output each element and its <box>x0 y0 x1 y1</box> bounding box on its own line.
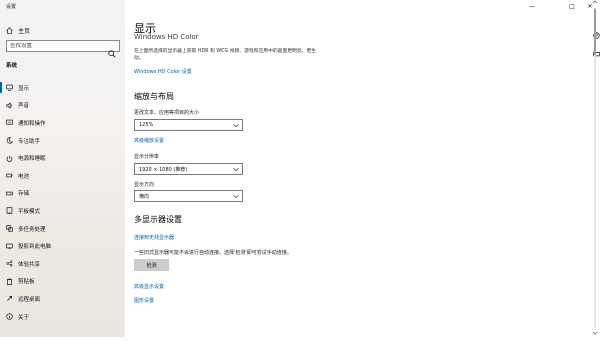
sidebar-item-label: 电池 <box>18 173 30 180</box>
detect-button[interactable]: 检测 <box>134 259 169 271</box>
sidebar-item-label: 电源和睡眠 <box>18 156 46 163</box>
notification-icon <box>6 119 13 126</box>
sidebar-item-label: 显示 <box>18 85 30 92</box>
remote-icon <box>6 295 13 302</box>
sidebar-item-label: 存储 <box>18 191 30 198</box>
sidebar-item-label: 体验共享 <box>18 261 41 268</box>
search-input[interactable] <box>10 43 106 49</box>
speaker-icon <box>6 102 13 109</box>
multitask-icon <box>6 225 13 232</box>
chevron-down-icon <box>233 124 239 128</box>
sidebar-item-storage[interactable]: 存储 <box>0 185 125 203</box>
sidebar-home[interactable]: 主页 <box>6 24 30 36</box>
orientation-value: 横向 <box>139 193 150 200</box>
main-content: 显示 Windows HD Color 在上面所选择的显示器上获取 HDR 和 … <box>134 0 574 337</box>
search-box[interactable] <box>6 40 120 58</box>
sidebar-home-label: 主页 <box>18 27 31 35</box>
sidebar-item-sound[interactable]: 声音 <box>0 97 125 115</box>
section-label-system: 系统 <box>6 63 18 69</box>
chevron-down-icon <box>233 195 239 199</box>
hd-color-description: 在上面所选择的显示器上获取 HDR 和 WCG 视频、游戏和应用中的画面更明亮、… <box>134 49 317 61</box>
text-size-dropdown[interactable]: 125% <box>134 119 243 131</box>
sidebar-item-label: 关于 <box>18 314 30 321</box>
sidebar-item-project[interactable]: 投影到此电脑 <box>0 237 125 255</box>
resolution-dropdown[interactable]: 1920 × 1080 (推荐) <box>134 163 243 175</box>
sidebar-item-remote-desktop[interactable]: 远程桌面 <box>0 290 125 308</box>
text-size-value: 125% <box>139 122 154 128</box>
sidebar-item-display[interactable]: 显示 <box>0 79 125 97</box>
scrollbar[interactable] <box>592 0 598 337</box>
text-size-label: 更改文本、应用等项目的大小 <box>134 110 200 116</box>
sidebar-item-label: 声音 <box>18 103 30 110</box>
monitor-icon <box>6 84 13 91</box>
search-icon[interactable] <box>108 43 116 58</box>
share-icon <box>6 260 13 267</box>
sidebar: 设置 主页 系统 显示 声音 通知和操作 专注助手 <box>0 0 125 337</box>
sidebar-item-battery[interactable]: 电池 <box>0 167 125 185</box>
tablet-icon <box>6 207 13 215</box>
multi-display-heading: 多显示器设置 <box>134 215 182 224</box>
sidebar-item-label: 投影到此电脑 <box>18 244 52 251</box>
connect-wireless-display-link[interactable]: 连接到无线显示器 <box>134 234 174 241</box>
clipboard-icon <box>6 278 13 285</box>
orientation-dropdown[interactable]: 横向 <box>134 190 243 202</box>
sidebar-item-clipboard[interactable]: 剪贴板 <box>0 273 125 291</box>
sidebar-item-shared-experiences[interactable]: 体验共享 <box>0 255 125 273</box>
sidebar-item-tablet[interactable]: 平板模式 <box>0 202 125 220</box>
graphics-settings-link[interactable]: 图形设置 <box>134 297 154 304</box>
hd-color-settings-link[interactable]: Windows HD Color 设置 <box>134 68 192 75</box>
sidebar-item-label: 专注助手 <box>18 138 41 145</box>
power-icon <box>6 155 13 162</box>
hd-color-heading: Windows HD Color <box>134 33 199 41</box>
scrollbar-track[interactable] <box>592 0 598 337</box>
resolution-label: 显示分辨率 <box>134 154 160 160</box>
sidebar-item-multitasking[interactable]: 多任务处理 <box>0 220 125 238</box>
sidebar-item-label: 远程桌面 <box>18 296 41 303</box>
resolution-value: 1920 × 1080 (推荐) <box>139 166 188 173</box>
sidebar-item-focus[interactable]: 专注助手 <box>0 132 125 150</box>
sidebar-nav: 显示 声音 通知和操作 专注助手 电源和睡眠 电池 存储 平板模式 多任务处理 … <box>0 79 125 325</box>
detect-description: 一些旧式显示器可能不会进行自动连接。选择'检测'即可尝试手动连接。 <box>134 250 292 256</box>
advanced-display-settings-link[interactable]: 高级显示设置 <box>134 283 164 290</box>
home-icon <box>6 26 13 34</box>
battery-icon <box>6 172 13 179</box>
sidebar-item-about[interactable]: 关于 <box>0 308 125 326</box>
sidebar-item-label: 剪贴板 <box>18 279 35 286</box>
sidebar-item-label: 平板模式 <box>18 208 41 215</box>
moon-icon <box>6 137 13 144</box>
sidebar-item-label: 通知和操作 <box>18 120 46 127</box>
info-icon <box>6 313 13 320</box>
sidebar-item-notifications[interactable]: 通知和操作 <box>0 114 125 132</box>
window-title: 设置 <box>6 4 17 10</box>
orientation-label: 显示方向 <box>134 182 155 188</box>
sidebar-item-label: 多任务处理 <box>18 226 46 233</box>
scale-layout-heading: 缩放与布局 <box>134 92 174 101</box>
project-icon <box>6 243 13 250</box>
chevron-down-icon <box>233 168 239 172</box>
storage-icon <box>6 190 13 197</box>
sidebar-item-power[interactable]: 电源和睡眠 <box>0 149 125 167</box>
advanced-scaling-link[interactable]: 高级缩放设置 <box>134 137 164 144</box>
